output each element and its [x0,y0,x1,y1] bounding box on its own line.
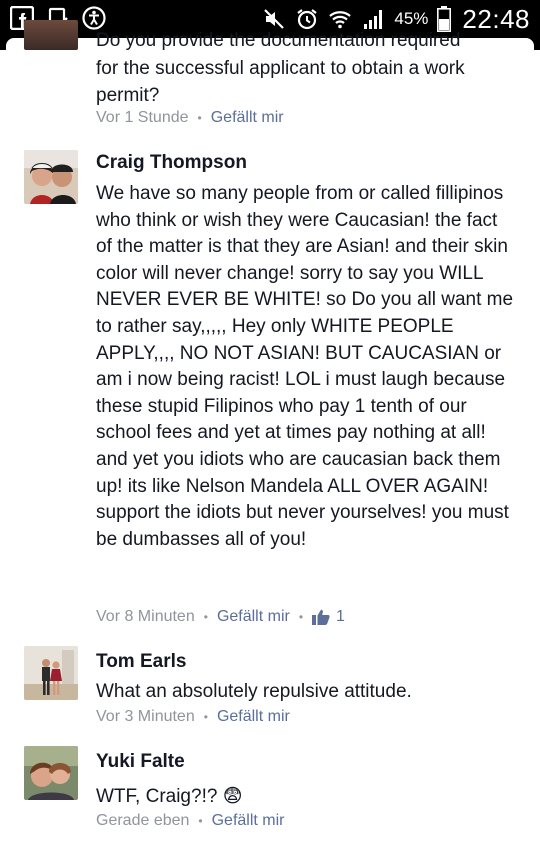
comment-author[interactable]: Tom Earls [96,651,186,673]
battery-percent: 45% [394,9,429,28]
like-button[interactable]: Gefällt mir [211,109,284,127]
avatar[interactable] [24,646,78,700]
like-count[interactable]: 1 [312,608,345,626]
accessibility-icon [82,6,106,30]
avatar[interactable] [24,20,78,50]
comment-meta: Vor 8 Minuten • Gefällt mir • 1 [96,608,345,626]
comment-meta: Gerade eben • Gefällt mir [96,812,285,830]
like-button[interactable]: Gefällt mir [217,708,290,726]
separator-dot: • [198,814,203,828]
separator-dot: • [298,610,304,624]
comment-text: WTF, Craig?!? 😨 [96,786,243,807]
comment-meta: Vor 3 Minuten • Gefällt mir [96,708,290,726]
comment-text: for the successful applicant to obtain a… [96,58,465,106]
comment-time[interactable]: Vor 8 Minuten [96,608,195,626]
comment-time[interactable]: Gerade eben [96,812,189,830]
comment-author[interactable]: Yuki Falte [96,751,185,773]
comment-time[interactable]: Vor 1 Stunde [96,109,189,127]
avatar[interactable] [24,150,78,204]
like-button[interactable]: Gefällt mir [212,812,285,830]
comment-text: What an absolutely repulsive attitude. [96,681,412,702]
thumbs-up-icon [312,609,330,625]
separator-dot: • [203,610,208,624]
comment-text-cutoff: Do you provide the documentation require… [96,30,461,50]
comment-meta: Vor 1 Stunde • Gefällt mir [96,109,284,127]
comment-text: We have so many people from or called fi… [96,183,514,550]
like-button[interactable]: Gefällt mir [217,608,290,626]
avatar[interactable] [24,746,78,800]
separator-dot: • [203,710,208,724]
separator-dot: • [197,111,202,125]
comment-time[interactable]: Vor 3 Minuten [96,708,195,726]
comment-author[interactable]: Craig Thompson [96,152,247,174]
like-count-value: 1 [336,608,345,625]
